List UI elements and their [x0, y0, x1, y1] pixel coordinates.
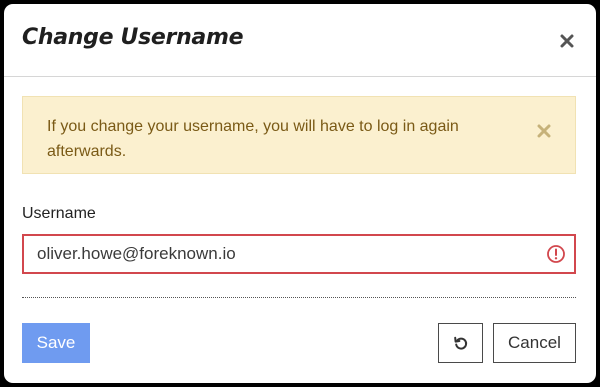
alert-message: If you change your username, you will ha…: [47, 118, 459, 160]
reset-button[interactable]: [438, 323, 483, 363]
close-icon: [560, 34, 574, 48]
dialog-title: Change Username: [22, 25, 244, 50]
close-icon: [537, 124, 551, 138]
undo-icon: [453, 336, 467, 350]
change-username-dialog: Change Username If you change your usern…: [4, 4, 596, 383]
dialog-header: Change Username: [4, 4, 596, 77]
save-button[interactable]: Save: [22, 323, 90, 363]
cancel-button[interactable]: Cancel: [493, 323, 576, 363]
username-label: Username: [22, 205, 96, 222]
error-circle-icon: [547, 245, 565, 263]
warning-alert: If you change your username, you will ha…: [22, 96, 576, 174]
dialog-close-button[interactable]: [554, 28, 580, 54]
alert-close-button[interactable]: [533, 120, 555, 142]
username-input[interactable]: [37, 236, 527, 272]
username-field-wrapper: [22, 234, 576, 274]
form-divider: [22, 297, 576, 298]
